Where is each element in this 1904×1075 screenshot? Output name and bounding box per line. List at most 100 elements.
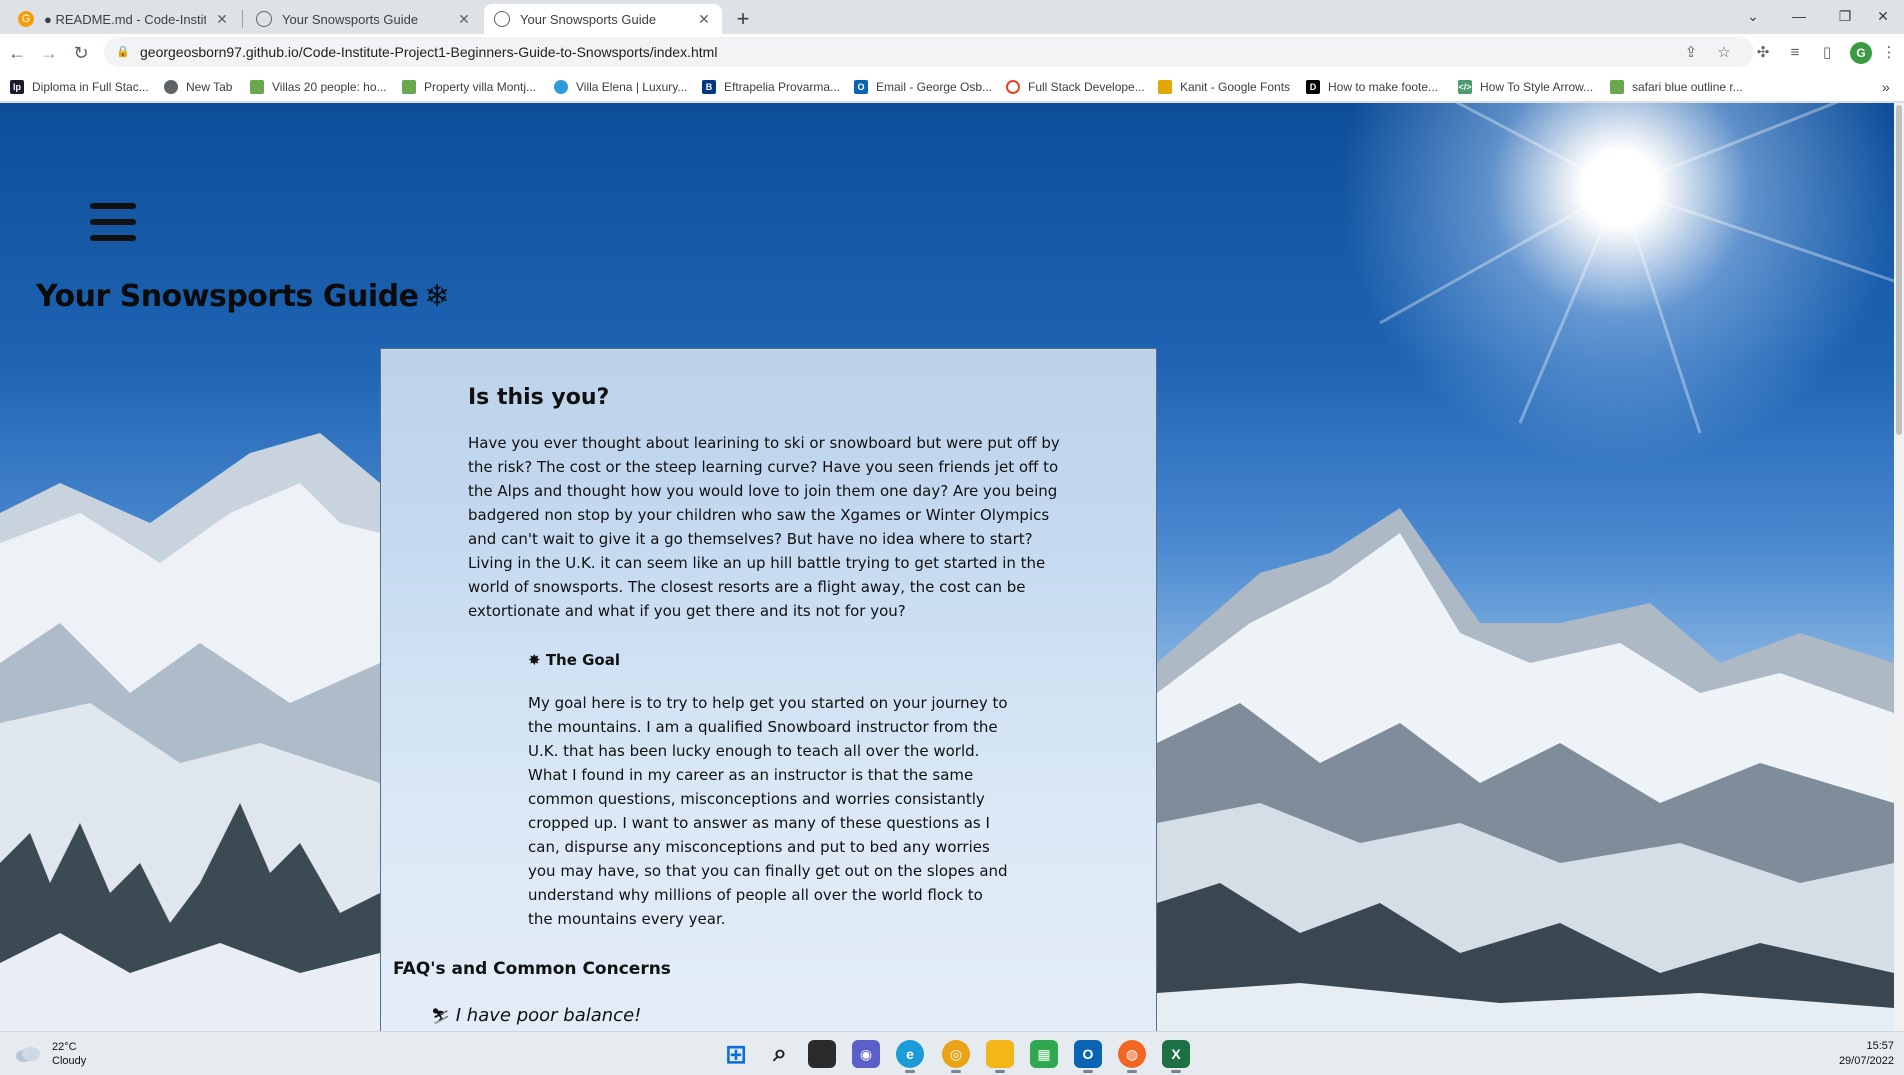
villa-elena-icon (554, 80, 568, 94)
globe-icon (494, 11, 510, 27)
villa-icon (250, 80, 264, 94)
bookmark-label: New Tab (186, 80, 233, 94)
bookmark-item[interactable]: Villas 20 people: ho... (250, 78, 387, 96)
tab-title: Your Snowsports Guide (520, 11, 657, 27)
weather-desc: Cloudy (52, 1055, 87, 1067)
bookmark-star-icon[interactable]: ☆ (1715, 43, 1733, 61)
bookmark-item[interactable]: lp Diploma in Full Stac... (10, 78, 149, 96)
ring-icon (1006, 80, 1020, 94)
tab-snowsports-active[interactable]: Your Snowsports Guide ✕ (484, 4, 722, 34)
system-clock[interactable]: 15:57 29/07/2022 (1839, 1039, 1894, 1069)
more-bookmarks-icon[interactable]: » (1882, 78, 1890, 96)
media-icon[interactable]: ≡ (1786, 43, 1804, 61)
close-icon[interactable]: ✕ (696, 11, 712, 27)
bookmark-item[interactable]: O Email - George Osb... (854, 78, 992, 96)
tab-title: ● README.md - Code-Institute-P (44, 11, 206, 27)
file-manager-icon[interactable] (808, 1040, 836, 1068)
hamburger-menu-icon[interactable] (90, 203, 136, 241)
search-icon[interactable]: ⌕ (766, 1040, 794, 1068)
browser-toolbar: ← → ↻ 🔒 georgeosborn97.github.io/Code-In… (0, 34, 1904, 70)
site-title: Your Snowsports Guide ❄ (36, 279, 450, 314)
bookmark-item[interactable]: Full Stack Develope... (1006, 78, 1145, 96)
faq-heading: FAQ's and Common Concerns (393, 959, 671, 979)
goal-paragraph: My goal here is to try to help get you s… (528, 694, 1008, 928)
google-fonts-icon (1158, 80, 1172, 94)
url-text[interactable]: georgeosborn97.github.io/Code-Institute-… (140, 44, 717, 60)
close-icon[interactable]: ✕ (214, 11, 230, 27)
new-tab-button[interactable]: + (730, 6, 756, 32)
bookmark-item[interactable]: </> How To Style Arrow... (1458, 78, 1593, 96)
bookmark-item[interactable]: B Eftrapelia Provarma... (702, 78, 840, 96)
bookmark-label: Villas 20 people: ho... (272, 80, 387, 94)
start-icon[interactable]: ⊞ (722, 1039, 750, 1069)
numbers-icon[interactable]: ▦ (1030, 1040, 1058, 1068)
podcast-icon[interactable]: ◍ (1118, 1040, 1146, 1073)
close-icon[interactable]: ✕ (456, 11, 472, 27)
minimize-button[interactable]: — (1776, 2, 1822, 30)
close-window-button[interactable]: ✕ (1860, 2, 1904, 30)
sparkle-icon (1610, 80, 1624, 94)
bookmark-label: Villa Elena | Luxury... (576, 80, 688, 94)
snowflake-icon: ❄ (424, 279, 450, 314)
page-viewport: Your Snowsports Guide ❄ Is this you? Have… (0, 103, 1894, 1031)
bookmark-label: Full Stack Develope... (1028, 80, 1145, 94)
side-panel-icon[interactable]: ▯ (1818, 43, 1836, 61)
edge-icon[interactable]: e (896, 1040, 924, 1073)
clock-date: 29/07/2022 (1838, 1055, 1894, 1067)
globe-icon (164, 80, 178, 94)
tab-snowsports-1[interactable]: Your Snowsports Guide ✕ (246, 4, 482, 34)
section-heading: Is this you? (468, 385, 610, 410)
clock-time: 15:57 (1866, 1040, 1894, 1052)
cloud-icon (16, 1047, 40, 1062)
share-icon[interactable]: ⇪ (1682, 43, 1700, 61)
tab-readme[interactable]: G ● README.md - Code-Institute-P ✕ (8, 4, 240, 34)
explorer-icon[interactable] (986, 1040, 1014, 1073)
page-scrollbar[interactable] (1894, 103, 1904, 1031)
bookmark-item[interactable]: Villa Elena | Luxury... (554, 78, 687, 96)
bookmark-label: How to make foote... (1328, 80, 1439, 94)
villa-icon (402, 80, 416, 94)
tab-title: Your Snowsports Guide (282, 11, 419, 27)
extensions-icon[interactable]: ✣ (1754, 43, 1772, 61)
outlook-icon: O (854, 80, 868, 94)
bookmark-item[interactable]: safari blue outline r... (1610, 78, 1743, 96)
weather-temp: 22°C (52, 1041, 77, 1053)
tab-search-icon[interactable]: ⌄ (1730, 2, 1776, 30)
dev-icon: D (1306, 80, 1320, 94)
faq-item[interactable]: ⛷ I have poor balance! (431, 1005, 641, 1026)
address-bar[interactable]: 🔒 georgeosborn97.github.io/Code-Institut… (104, 37, 1754, 67)
bookmark-item[interactable]: Property villa Montj... (402, 78, 536, 96)
site-title-text: Your Snowsports Guide (36, 279, 419, 314)
menu-kebab-icon[interactable]: ⋮ (1880, 43, 1898, 61)
goal-heading: ✸ The Goal (528, 651, 620, 669)
bookmark-item[interactable]: D How to make foote... (1306, 78, 1438, 96)
chrome-icon[interactable]: ◎ (942, 1040, 970, 1073)
lock-icon: 🔒 (116, 46, 130, 58)
bookmark-item[interactable]: New Tab (164, 78, 232, 96)
reload-icon[interactable]: ↻ (68, 40, 94, 66)
teams-icon[interactable]: ◉ (852, 1040, 880, 1068)
bookmark-item[interactable]: Kanit - Google Fonts (1158, 78, 1290, 96)
content-card: Is this you? Have you ever thought about… (380, 348, 1157, 1031)
goal-heading-text: The Goal (545, 651, 620, 669)
globe-icon (256, 11, 272, 27)
profile-avatar[interactable]: G (1850, 42, 1872, 64)
bookmark-label: safari blue outline r... (1632, 80, 1743, 94)
outlook-icon[interactable]: O (1074, 1040, 1102, 1073)
faq-item-label: I have poor balance! (455, 1005, 642, 1026)
intro-paragraph: Have you ever thought about learining to… (468, 434, 1060, 620)
bookmark-label: Property villa Montj... (424, 80, 537, 94)
weather-widget[interactable]: 22°C Cloudy (14, 1040, 86, 1068)
lp-icon: lp (10, 80, 24, 94)
bookmark-label: Eftrapelia Provarma... (724, 80, 841, 94)
back-icon[interactable]: ← (4, 40, 30, 66)
bookmark-label: Diploma in Full Stac... (32, 80, 149, 94)
booking-icon: B (702, 80, 716, 94)
bookmark-label: How To Style Arrow... (1480, 80, 1594, 94)
windows-taskbar: 22°C Cloudy ⊞ ⌕ ◉ e ◎ ▦ O ◍ X 15:57 29/0… (0, 1031, 1904, 1075)
bookmark-label: Kanit - Google Fonts (1180, 80, 1291, 94)
scrollbar-thumb[interactable] (1896, 105, 1902, 435)
excel-icon[interactable]: X (1162, 1040, 1190, 1073)
code-icon: </> (1458, 80, 1472, 94)
forward-icon[interactable]: → (36, 40, 62, 66)
